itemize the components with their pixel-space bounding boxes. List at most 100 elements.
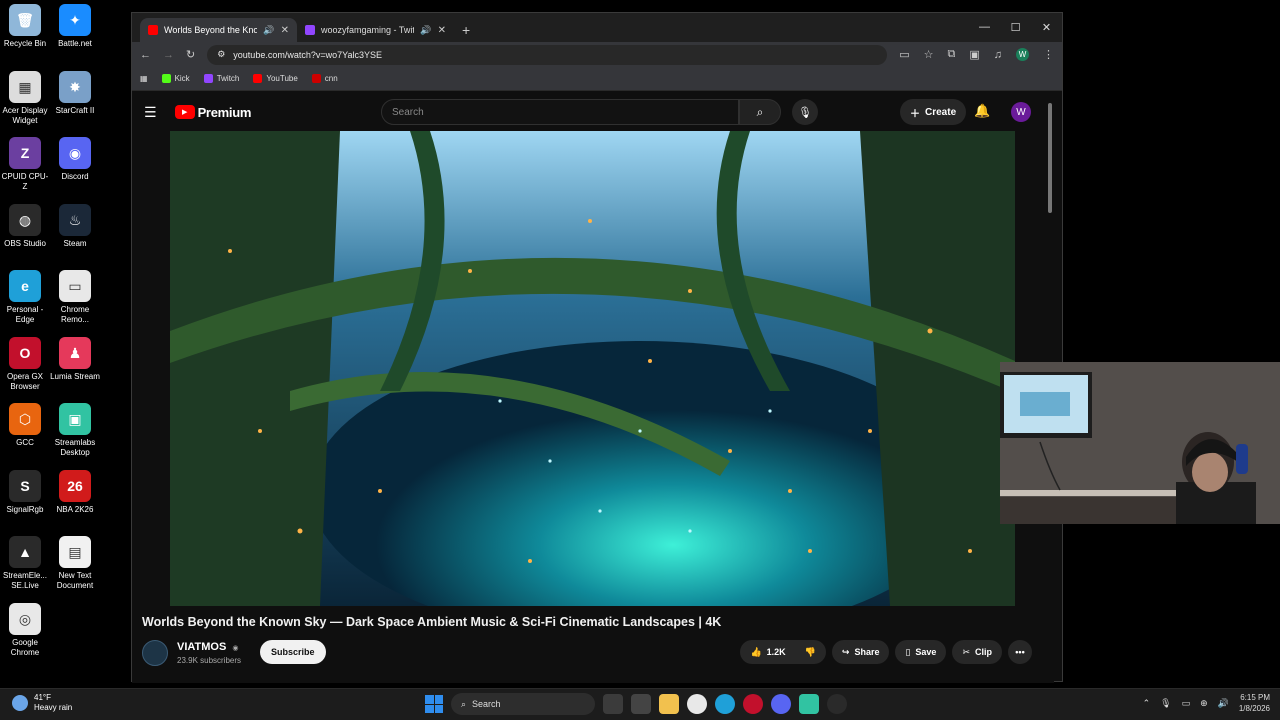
bookmark-label: Twitch	[216, 74, 240, 83]
chrome-taskbar-icon[interactable]	[687, 694, 707, 714]
windows-start-icon[interactable]	[425, 695, 443, 713]
edge-taskbar-icon[interactable]	[715, 694, 735, 714]
twitch-icon	[203, 74, 213, 83]
more-actions-button[interactable]: •••	[1008, 640, 1032, 664]
desktop-icon-label: StarCraft II	[55, 105, 95, 115]
account-avatar[interactable]: W	[1011, 102, 1031, 122]
desktop-icon[interactable]: ◍ OBS Studio	[0, 203, 50, 249]
extensions-icon[interactable]: ⧉	[947, 48, 955, 61]
desktop-icon-label: Google Chrome	[10, 637, 40, 657]
obs-taskbar-icon[interactable]	[827, 694, 847, 714]
channel-name[interactable]: VIATMOS ◉	[177, 641, 238, 653]
bookmark-cnn[interactable]: cnn	[311, 74, 338, 83]
address-bar[interactable]: ⚙ youtube.com/watch?v=wo7Yalc3YSE	[207, 44, 888, 65]
widgets-icon[interactable]	[631, 694, 651, 714]
desktop-icon[interactable]: 26 NBA 2K26	[50, 469, 100, 515]
desktop-icon[interactable]: ▤ New Text Document	[50, 536, 100, 591]
desktop-app-icon: Z	[9, 137, 41, 169]
share-button[interactable]: ↪ Share	[831, 640, 890, 664]
forward-icon[interactable]: →	[163, 49, 174, 61]
desktop-icon-label: OBS Studio	[4, 238, 46, 248]
profile-avatar[interactable]: W	[1016, 48, 1029, 61]
channel-avatar[interactable]	[142, 640, 168, 666]
scrollbar-thumb[interactable]	[1048, 103, 1052, 213]
side-panel-icon[interactable]: ▣	[969, 48, 979, 61]
tab-youtube[interactable]: Worlds Beyond the Known 🔊 ✕	[140, 18, 297, 42]
save-button[interactable]: ▯ Save	[895, 640, 947, 664]
cast-icon[interactable]: ▭	[899, 48, 909, 61]
new-tab-button[interactable]: +	[462, 22, 470, 38]
bookmark-kick[interactable]: Kick	[161, 74, 190, 83]
notifications-bell-icon[interactable]: 🔔	[974, 103, 990, 119]
opera-gx-taskbar-icon[interactable]	[743, 694, 763, 714]
desktop-icon[interactable]: O Opera GX Browser	[0, 336, 50, 392]
close-tab-icon[interactable]: ✕	[281, 25, 289, 36]
video-player[interactable]	[170, 131, 1015, 606]
back-icon[interactable]: ←	[140, 49, 151, 61]
desktop-icon-label: StreamEle... SE.Live	[2, 571, 47, 590]
tab-title: woozyfamgaming - Twitch	[321, 25, 415, 35]
bookmark-youtube[interactable]: YouTube	[253, 74, 298, 83]
weather-desc: Heavy rain	[34, 703, 73, 712]
desktop-icon[interactable]: ▭ Chrome Remo...	[50, 270, 100, 325]
bookmark-twitch[interactable]: Twitch	[203, 74, 240, 83]
desktop-icon[interactable]: ◉ Discord	[50, 137, 100, 182]
desktop-icon[interactable]: Z CPUID CPU-Z	[0, 137, 50, 192]
desktop-app-icon: ✦	[59, 4, 91, 36]
create-label: Create	[925, 106, 957, 118]
search-icon[interactable]: ⌕	[739, 99, 781, 125]
chevron-up-icon[interactable]: ⌃	[1143, 698, 1151, 709]
close-window-icon[interactable]: ✕	[1031, 13, 1062, 41]
speaker-icon[interactable]: 🔊	[420, 25, 431, 36]
search-input[interactable]: Search	[381, 99, 739, 125]
streamlabs-taskbar-icon[interactable]	[799, 694, 819, 714]
desktop-icon[interactable]: S SignalRgb	[0, 469, 50, 515]
network-icon[interactable]: ⊕	[1200, 698, 1208, 709]
desktop-app-icon: 🗑	[9, 4, 41, 36]
site-info-icon[interactable]: ⚙	[217, 49, 225, 60]
bookmark-label: Kick	[174, 74, 190, 83]
desktop-icon[interactable]: e Personal - Edge	[0, 270, 50, 325]
hamburger-menu-icon[interactable]: ☰	[144, 104, 157, 121]
reload-icon[interactable]: ↻	[186, 48, 195, 61]
create-button[interactable]: ＋ Create	[900, 99, 967, 125]
desktop-icon[interactable]: ✸ StarCraft II	[50, 70, 100, 116]
desktop-icon[interactable]: ♟ Lumia Stream	[50, 336, 100, 382]
tab-twitch[interactable]: woozyfamgaming - Twitch 🔊 ✕	[297, 18, 454, 42]
desktop-icon-label: CPUID CPU-Z	[1, 172, 49, 191]
desktop-icon[interactable]: 🗑 Recycle Bin	[0, 4, 50, 49]
thumbs-down-icon[interactable]: 👎	[805, 647, 816, 658]
volume-icon[interactable]: 🔊	[1218, 698, 1229, 709]
taskbar-search[interactable]: ⌕ Search	[451, 693, 595, 715]
thumbs-up-icon: 👍	[750, 646, 762, 657]
desktop-icon[interactable]: ♨ Steam	[50, 203, 100, 249]
bookmark-label: YouTube	[266, 74, 298, 83]
desktop-icon[interactable]: ▲ StreamEle... SE.Live	[0, 536, 50, 591]
maximize-icon[interactable]: ☐	[1000, 13, 1031, 41]
weather-widget[interactable]: 41°F Heavy rain	[12, 693, 72, 713]
display-icon[interactable]: ▭	[1182, 698, 1191, 709]
microphone-icon[interactable]: 🎙	[792, 99, 818, 125]
discord-taskbar-icon[interactable]	[771, 694, 791, 714]
media-controls-icon[interactable]: ♫	[994, 49, 1002, 61]
minimize-icon[interactable]: —	[969, 13, 1000, 41]
youtube-logo[interactable]: ▶ Premium	[174, 105, 251, 120]
desktop-icon[interactable]: ▣ Streamlabs Desktop	[50, 403, 100, 458]
bookmark-star-icon[interactable]: ☆	[924, 48, 934, 61]
speaker-icon[interactable]: 🔊	[263, 25, 274, 36]
like-button[interactable]: 👍 1.2K 👎	[740, 640, 826, 664]
task-view-icon[interactable]	[603, 694, 623, 714]
menu-kebab-icon[interactable]: ⋮	[1043, 48, 1054, 61]
desktop-icon[interactable]: ◎ Google Chrome	[0, 602, 50, 658]
close-tab-icon[interactable]: ✕	[438, 25, 446, 36]
subscribe-button[interactable]: Subscribe	[260, 640, 326, 664]
apps-grid-icon[interactable]: ▦	[140, 74, 148, 83]
taskbar-center: ⌕ Search	[425, 693, 847, 715]
desktop-icon[interactable]: ✦ Battle.net	[50, 4, 100, 49]
clock[interactable]: 6:15 PM 1/8/2026	[1239, 692, 1270, 714]
microphone-tray-icon[interactable]: 🎙	[1160, 698, 1171, 709]
clip-button[interactable]: ✂ Clip	[952, 640, 1002, 664]
desktop-icon[interactable]: ▦ Acer Display Widget	[0, 70, 50, 126]
desktop-icon[interactable]: ⬡ GCC	[0, 403, 50, 448]
file-explorer-icon[interactable]	[659, 694, 679, 714]
